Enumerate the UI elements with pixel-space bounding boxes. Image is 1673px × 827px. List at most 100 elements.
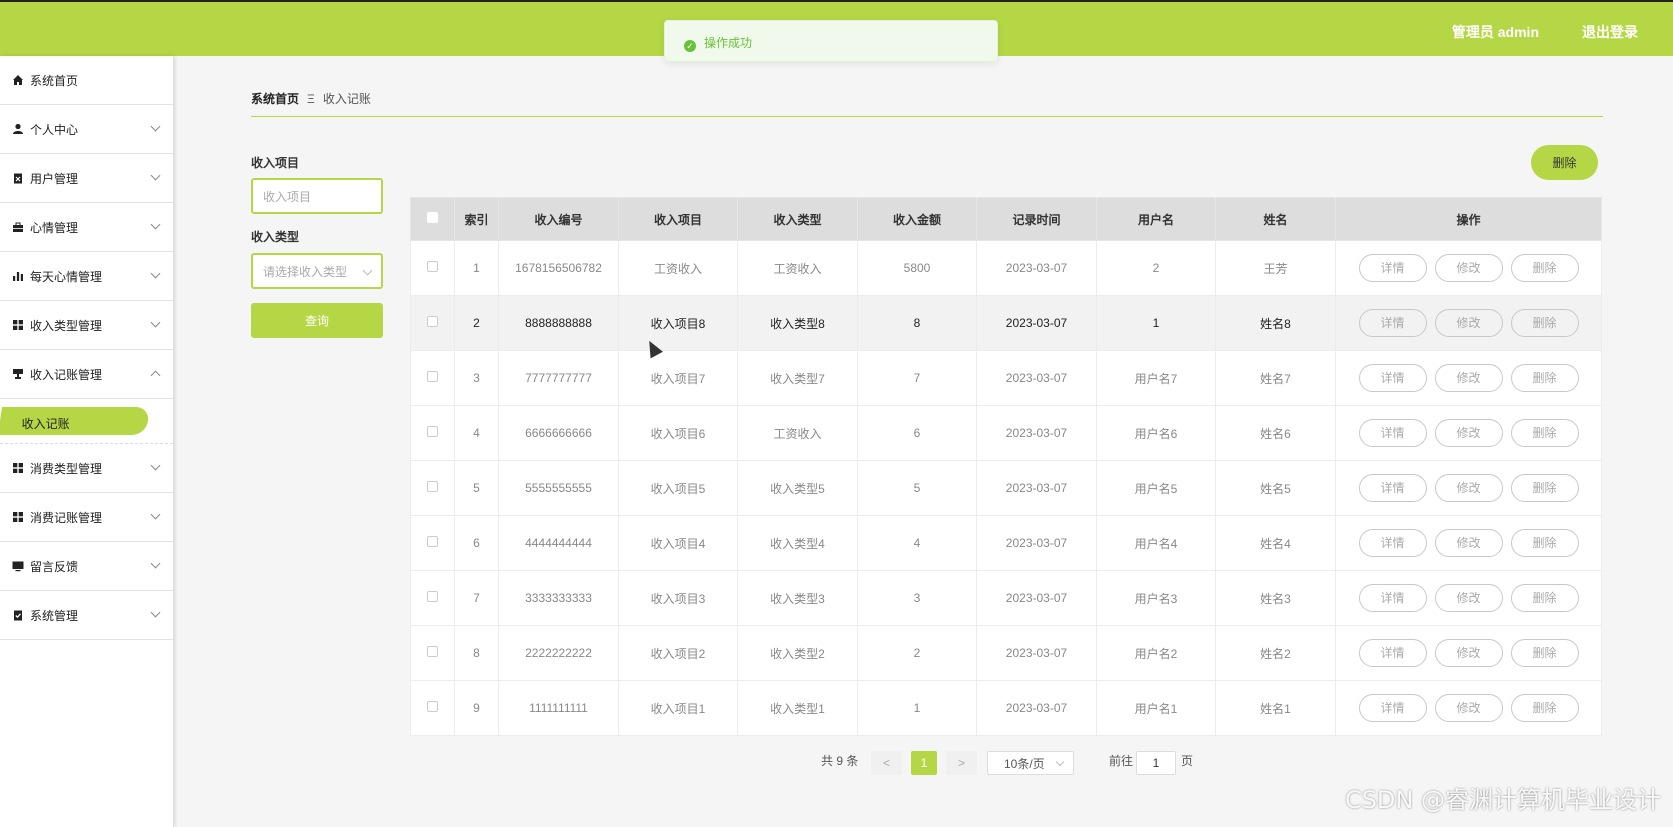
delete-button[interactable]: 删除 <box>1510 419 1579 447</box>
row-checkbox[interactable] <box>427 261 438 272</box>
row-checkbox[interactable] <box>427 371 438 382</box>
chevron-down-icon <box>150 268 161 279</box>
sidebar-item-after-0[interactable]: 消费类型管理 <box>0 444 173 493</box>
detail-button[interactable]: 详情 <box>1358 254 1427 282</box>
detail-button[interactable]: 详情 <box>1358 694 1427 722</box>
sidebar-item-6[interactable]: 收入记账管理 <box>0 350 173 399</box>
detail-button[interactable]: 详情 <box>1358 419 1427 447</box>
detail-button[interactable]: 详情 <box>1358 474 1427 502</box>
sidebar-item-label: 消费记账管理 <box>30 510 103 525</box>
table-cell: 收入项目2 <box>618 625 738 681</box>
delete-button[interactable]: 删除 <box>1510 694 1579 722</box>
row-checkbox[interactable] <box>427 591 438 602</box>
page-1-button[interactable]: 1 <box>911 751 937 775</box>
sidebar-subitem-active[interactable]: 收入记账 <box>0 407 150 435</box>
detail-button[interactable]: 详情 <box>1358 584 1427 612</box>
table-row[interactable]: 7 3333333333 收入项目3 收入类型3 3 2023-03-07 用户名3 姓名3 详… <box>410 570 1602 626</box>
row-checkbox[interactable] <box>427 536 438 547</box>
breadcrumb-home[interactable]: 系统首页 <box>251 92 299 106</box>
breadcrumb: 系统首页 Ξ 收入记账 <box>251 90 371 107</box>
sidebar-item-after-2[interactable]: 留言反馈 <box>0 542 173 591</box>
row-checkbox[interactable] <box>427 481 438 492</box>
detail-button[interactable]: 详情 <box>1358 639 1427 667</box>
query-button[interactable]: 查询 <box>251 303 383 338</box>
table-row[interactable]: 1 1678156506782 工资收入 工资收入 5800 2023-03-07 2 王芳详… <box>410 240 1602 296</box>
type-select[interactable]: 请选择收入类型 <box>251 253 383 289</box>
table-cell: 3 <box>454 350 499 406</box>
table-cell: 收入类型5 <box>737 460 858 516</box>
delete-button[interactable]: 删除 <box>1510 529 1579 557</box>
edit-button[interactable]: 修改 <box>1434 309 1503 337</box>
table-cell: 3 <box>857 570 977 626</box>
delete-button[interactable]: 删除 <box>1510 309 1579 337</box>
total-count: 共 9 条 <box>821 754 859 768</box>
detail-button[interactable]: 详情 <box>1358 309 1427 337</box>
table-row[interactable]: 5 5555555555 收入项目5 收入类型5 5 2023-03-07 用户名5 姓名5 详… <box>410 460 1602 516</box>
edit-button[interactable]: 修改 <box>1434 254 1503 282</box>
table-cell: 用户名1 <box>1096 680 1216 736</box>
logout-link[interactable]: 退出登录 <box>1582 22 1638 42</box>
row-checkbox[interactable] <box>427 701 438 712</box>
row-actions: 详情 修改 删除 <box>1335 515 1602 571</box>
sidebar-item-label: 系统管理 <box>30 608 79 623</box>
briefcase-icon <box>12 221 24 233</box>
table-cell: 2023-03-07 <box>976 295 1097 351</box>
next-page-button[interactable]: > <box>946 751 977 775</box>
sidebar-item-2[interactable]: 用户管理 <box>0 154 173 203</box>
edit-button[interactable]: 修改 <box>1434 529 1503 557</box>
sidebar-item-5[interactable]: 收入类型管理 <box>0 301 173 350</box>
table-row[interactable]: 9 1111111111 收入项目1 收入类型1 1 2023-03-07 用户名1 姓名1 详… <box>410 680 1602 736</box>
chevron-down-icon <box>150 607 161 618</box>
table-cell: 4 <box>857 515 977 571</box>
sidebar-item-3[interactable]: 心情管理 <box>0 203 173 252</box>
select-all-checkbox[interactable] <box>427 212 438 223</box>
batch-delete-button[interactable]: 删除 <box>1531 145 1598 180</box>
table-cell: 2222222222 <box>498 625 619 681</box>
delete-button[interactable]: 删除 <box>1510 639 1579 667</box>
table-cell: 9 <box>454 680 499 736</box>
row-checkbox[interactable] <box>427 316 438 327</box>
table-cell: 2 <box>1096 240 1216 296</box>
table-cell: 收入项目1 <box>618 680 738 736</box>
table-cell: 2 <box>857 625 977 681</box>
page-size-select[interactable]: 10条/页 <box>987 751 1074 775</box>
edit-button[interactable]: 修改 <box>1434 474 1503 502</box>
row-checkbox[interactable] <box>427 646 438 657</box>
table-cell: 收入类型8 <box>737 295 858 351</box>
table-cell: 6666666666 <box>498 405 619 461</box>
stamp-icon <box>12 368 24 380</box>
edit-button[interactable]: 修改 <box>1434 364 1503 392</box>
user-icon <box>12 123 24 135</box>
page-size-value: 10条/页 <box>1004 756 1045 771</box>
table-row[interactable]: 4 6666666666 收入项目6 工资收入 6 2023-03-07 用户名6 姓名6 详情… <box>410 405 1602 461</box>
sidebar-item-after-3[interactable]: 系统管理 <box>0 591 173 640</box>
item-search-input[interactable]: 收入项目 <box>251 178 383 214</box>
edit-button[interactable]: 修改 <box>1434 419 1503 447</box>
delete-button[interactable]: 删除 <box>1510 584 1579 612</box>
table-row[interactable]: 8 2222222222 收入项目2 收入类型2 2 2023-03-07 用户名2 姓名2 详… <box>410 625 1602 681</box>
detail-button[interactable]: 详情 <box>1358 529 1427 557</box>
detail-button[interactable]: 详情 <box>1358 364 1427 392</box>
delete-button[interactable]: 删除 <box>1510 364 1579 392</box>
table-cell: 2023-03-07 <box>976 350 1097 406</box>
table-row[interactable]: 2 8888888888 收入项目8 收入类型8 8 2023-03-07 1 姓名8 详情 修改… <box>410 295 1602 351</box>
row-checkbox[interactable] <box>427 426 438 437</box>
clipboard-x-icon <box>12 172 24 184</box>
goto-page-input[interactable]: 1 <box>1136 751 1176 775</box>
sidebar-item-4[interactable]: 每天心情管理 <box>0 252 173 301</box>
table-row[interactable]: 6 4444444444 收入项目4 收入类型4 4 2023-03-07 用户名4 姓名4 详… <box>410 515 1602 571</box>
success-toast: ✓ 操作成功 <box>664 20 998 62</box>
sidebar-item-0[interactable]: 系统首页 <box>0 56 173 105</box>
table-cell: 王芳 <box>1215 240 1336 296</box>
sidebar-item-after-1[interactable]: 消费记账管理 <box>0 493 173 542</box>
table-cell: 用户名5 <box>1096 460 1216 516</box>
edit-button[interactable]: 修改 <box>1434 584 1503 612</box>
delete-button[interactable]: 删除 <box>1510 254 1579 282</box>
delete-button[interactable]: 删除 <box>1510 474 1579 502</box>
row-checkbox-cell <box>410 625 455 681</box>
sidebar-item-1[interactable]: 个人中心 <box>0 105 173 154</box>
table-row[interactable]: 3 7777777777 收入项目7 收入类型7 7 2023-03-07 用户名7 姓名7 详… <box>410 350 1602 406</box>
edit-button[interactable]: 修改 <box>1434 694 1503 722</box>
edit-button[interactable]: 修改 <box>1434 639 1503 667</box>
prev-page-button[interactable]: < <box>871 751 902 775</box>
